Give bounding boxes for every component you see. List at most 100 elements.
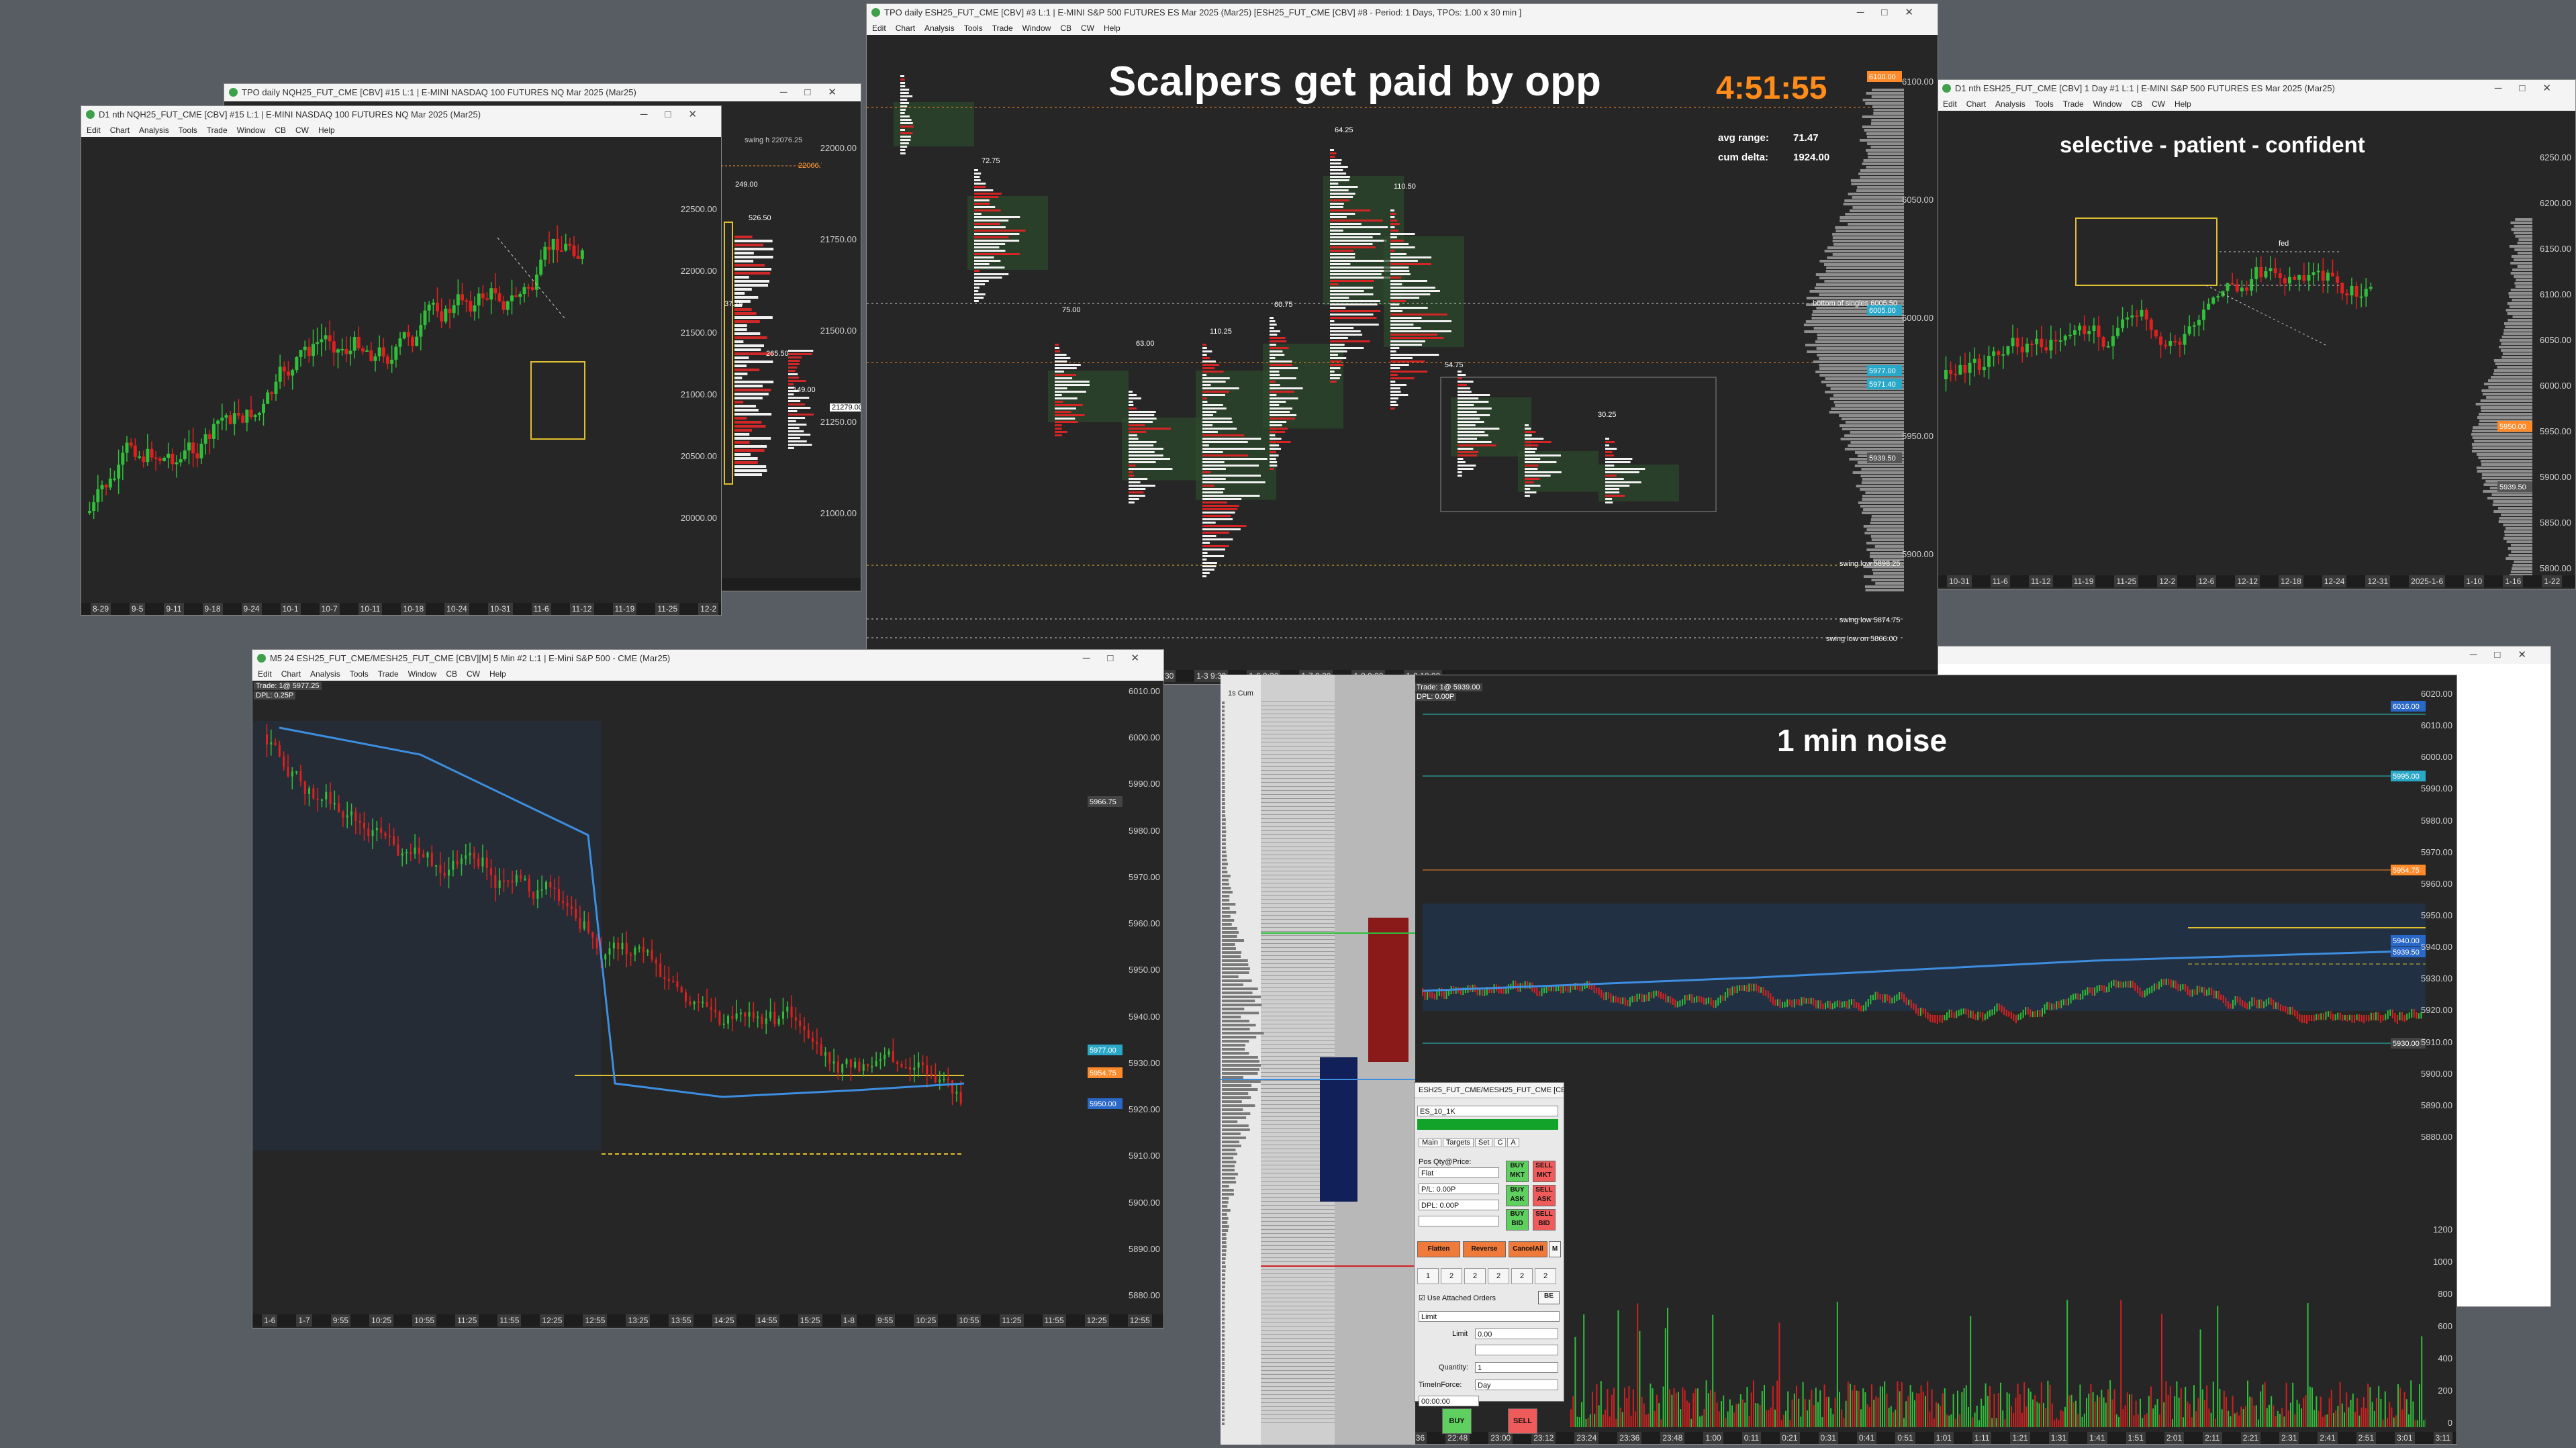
attached-orders-checkbox[interactable]: ☑ Use Attached Orders (1419, 1294, 1496, 1302)
nq-tpo-price-axis[interactable]: 22000.00 21750.00 21500.00 21250.00 21000.00 (820, 101, 861, 578)
menu-item-help[interactable]: Help (1104, 23, 1120, 33)
menu-item-window[interactable]: Window (237, 126, 266, 135)
menu-item-cw[interactable]: CW (295, 126, 309, 135)
qty-button[interactable]: 2 (1535, 1268, 1556, 1284)
qty-button[interactable]: 1 (1417, 1268, 1439, 1284)
es-tpo-window[interactable]: TPO daily ESH25_FUT_CME [CBV] #3 L:1 | E… (866, 3, 1938, 685)
qty-button[interactable]: 2 (1464, 1268, 1486, 1284)
menu-item-trade[interactable]: Trade (207, 126, 228, 135)
qty-button[interactable]: 2 (1488, 1268, 1509, 1284)
menu-item-edit[interactable]: Edit (87, 126, 101, 135)
menu-item-tools[interactable]: Tools (350, 669, 369, 679)
es-daily-plot[interactable]: 5950.00 5939.50 selective - patient - con… (1938, 111, 2532, 575)
menu-item-help[interactable]: Help (318, 126, 335, 135)
tif-select[interactable]: Day (1475, 1380, 1558, 1390)
sell-market-button[interactable]: SELL MKT (1533, 1161, 1556, 1182)
tab-targets[interactable]: Targets (1442, 1138, 1474, 1147)
es-5min-plot[interactable]: 5966.75 5954.75 5977.00 5950.00 Trade: 1@ 5… (252, 681, 1123, 1314)
menu-item-cw[interactable]: CW (1081, 23, 1094, 33)
menu-item-tools[interactable]: Tools (179, 126, 197, 135)
m-button[interactable]: M (1549, 1241, 1561, 1257)
menu-item-cb[interactable]: CB (446, 669, 457, 679)
sell-button[interactable]: SELL (1508, 1408, 1537, 1434)
window-controls[interactable]: ─□✕ (1083, 650, 1157, 667)
menu-item-edit[interactable]: Edit (872, 23, 886, 33)
nq-tpo-titlebar[interactable]: TPO daily NQH25_FUT_CME [CBV] #15 L:1 | … (224, 84, 861, 101)
menu-item-chart[interactable]: Chart (281, 669, 301, 679)
sell-ask-button[interactable]: SELL ASK (1533, 1185, 1556, 1206)
menu-item-trade[interactable]: Trade (992, 23, 1013, 33)
es-5min-titlebar[interactable]: M5 24 ESH25_FUT_CME/MESH25_FUT_CME [CBV]… (252, 650, 1163, 667)
menu-item-chart[interactable]: Chart (896, 23, 915, 33)
window-controls[interactable]: ─□✕ (2470, 646, 2544, 664)
tab-set[interactable]: Set (1474, 1138, 1493, 1147)
menu-item-chart[interactable]: Chart (110, 126, 130, 135)
es-daily-titlebar[interactable]: D1 nth ESH25_FUT_CME [CBV] 1 Day #1 L:1 … (1938, 80, 2575, 97)
menu-item-tools[interactable]: Tools (2035, 99, 2054, 109)
es-5min-price-axis[interactable]: 6010.00 6000.00 5990.00 5980.00 5970.00 5960.… (1123, 681, 1163, 1314)
buy-ask-button[interactable]: BUY ASK (1506, 1185, 1529, 1206)
price-field[interactable] (1419, 1216, 1499, 1226)
menu-item-edit[interactable]: Edit (1943, 99, 1957, 109)
qty-button[interactable]: 2 (1511, 1268, 1533, 1284)
nq-daily-time-axis[interactable]: 8-29 9-5 9-11 9-18 9-24 10-1 10-7 10-11 10-18 10-… (81, 603, 721, 615)
cancel-all-button[interactable]: CancelAll (1509, 1241, 1547, 1257)
window-controls[interactable]: ─□✕ (1857, 4, 1931, 21)
menu-item-cb[interactable]: CB (1060, 23, 1071, 33)
menu-item-analysis[interactable]: Analysis (1995, 99, 2025, 109)
menu-item-help[interactable]: Help (489, 669, 506, 679)
window-controls[interactable]: ─□✕ (640, 106, 714, 124)
qty-button[interactable]: 2 (1441, 1268, 1462, 1284)
price-tick: 5890.00 (1129, 1243, 1160, 1254)
es-daily-time-axis[interactable]: 10-31 11-6 11-12 11-19 11-25 12-2 12-6 12-12 12-… (1938, 575, 2575, 587)
menu-item-analysis[interactable]: Analysis (139, 126, 169, 135)
nq-daily-price-axis[interactable]: 22500.00 22000.00 21500.00 21000.00 20500.00… (681, 137, 721, 603)
es-5min-time-axis[interactable]: 1-6 1-7 9:55 10:25 10:55 11:25 11:55 12:25 12:55… (252, 1314, 1163, 1326)
stop-price-input[interactable] (1475, 1345, 1558, 1355)
order-type-select[interactable]: Limit (1419, 1311, 1560, 1322)
es-tpo-plot[interactable]: 6100.00 6005.00 5977.00 5971.40 5939.50 Scal… (867, 35, 1904, 670)
menu-item-analysis[interactable]: Analysis (310, 669, 340, 679)
buy-market-button[interactable]: BUY MKT (1506, 1161, 1529, 1182)
nq-daily-titlebar[interactable]: D1 nth NQH25_FUT_CME [CBV] #15 L:1 | E-M… (81, 106, 721, 124)
es-tpo-titlebar[interactable]: TPO daily ESH25_FUT_CME [CBV] #3 L:1 | E… (867, 4, 1938, 21)
es-5min-window[interactable]: M5 24 ESH25_FUT_CME/MESH25_FUT_CME [CBV]… (252, 649, 1164, 1329)
es-daily-window[interactable]: D1 nth ESH25_FUT_CME [CBV] 1 Day #1 L:1 … (1937, 79, 2576, 589)
menu-item-cb[interactable]: CB (275, 126, 286, 135)
menu-item-window[interactable]: Window (408, 669, 437, 679)
account-select[interactable]: ES_10_1K (1417, 1106, 1558, 1116)
es-tpo-price-axis[interactable]: 6100.00 6050.00 6000.00 5950.00 5900.00 (1902, 35, 1938, 670)
menu-item-cw[interactable]: CW (467, 669, 480, 679)
tab-a[interactable]: A (1507, 1138, 1519, 1147)
reverse-button[interactable]: Reverse (1463, 1241, 1506, 1257)
limit-price-input[interactable]: 0.00 (1475, 1329, 1558, 1339)
buy-button[interactable]: BUY (1442, 1408, 1472, 1434)
dom-ladder[interactable]: 1s Cum (1221, 675, 1415, 1445)
window-controls[interactable]: ─□✕ (780, 84, 854, 101)
tab-main[interactable]: Main (1419, 1138, 1441, 1147)
menu-item-cw[interactable]: CW (2152, 99, 2165, 109)
menu-item-window[interactable]: Window (2093, 99, 2122, 109)
order-entry-panel[interactable]: ESH25_FUT_CME/MESH25_FUT_CME [CBV]... ES… (1414, 1082, 1564, 1406)
menu-item-window[interactable]: Window (1022, 23, 1051, 33)
nq-daily-plot[interactable] (81, 137, 682, 603)
menu-item-cb[interactable]: CB (2131, 99, 2142, 109)
menu-item-trade[interactable]: Trade (378, 669, 399, 679)
tab-c[interactable]: C (1494, 1138, 1507, 1147)
es-daily-price-axis[interactable]: 6250.00 6200.00 6150.00 6100.00 6050.00 6000.… (2532, 111, 2575, 575)
nq-daily-window[interactable]: D1 nth NQH25_FUT_CME [CBV] #15 L:1 | E-M… (81, 105, 722, 616)
es-1min-price-axis[interactable]: 6020.00 6010.00 6000.00 5990.00 5980.00 5970.… (2421, 675, 2456, 1432)
time-input[interactable]: 00:00:00 (1419, 1396, 1479, 1406)
flatten-button[interactable]: Flatten (1417, 1241, 1460, 1257)
menu-item-trade[interactable]: Trade (2063, 99, 2084, 109)
window-controls[interactable]: ─□✕ (2495, 80, 2569, 97)
menu-item-tools[interactable]: Tools (964, 23, 983, 33)
menu-item-chart[interactable]: Chart (1966, 99, 1986, 109)
buy-bid-button[interactable]: BUY BID (1506, 1209, 1529, 1230)
menu-item-edit[interactable]: Edit (258, 669, 272, 679)
quantity-input[interactable]: 1 (1475, 1362, 1558, 1373)
sell-bid-button[interactable]: SELL BID (1533, 1209, 1556, 1230)
menu-item-help[interactable]: Help (2175, 99, 2191, 109)
menu-item-analysis[interactable]: Analysis (924, 23, 955, 33)
be-button[interactable]: BE (1538, 1291, 1560, 1304)
